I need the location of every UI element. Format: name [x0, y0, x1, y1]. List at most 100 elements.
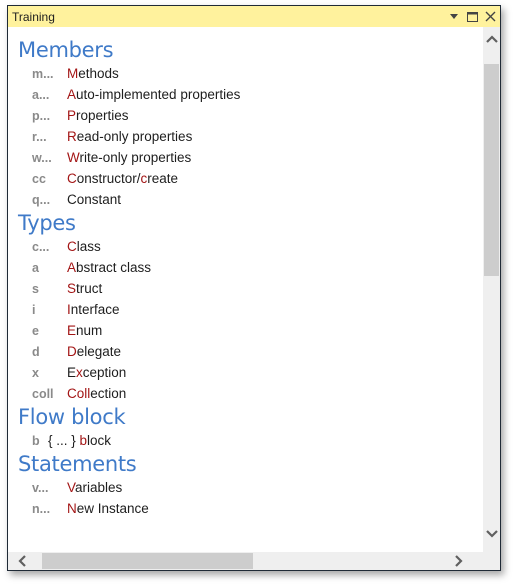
item-label: Methods: [67, 66, 119, 81]
list-item[interactable]: m... Methods: [8, 63, 483, 84]
chevron-down-icon[interactable]: [483, 530, 500, 546]
shortcut-abbreviation: v...: [32, 480, 49, 495]
shortcut-abbreviation: r...: [32, 129, 47, 144]
dropdown-icon[interactable]: [448, 11, 460, 23]
list-item[interactable]: i Interface: [8, 299, 483, 320]
label-text: truct: [76, 281, 103, 296]
item-label: Read-only properties: [67, 129, 192, 144]
list-item[interactable]: c... Class: [8, 236, 483, 257]
item-label: Collection: [67, 386, 126, 401]
label-text: lass: [76, 239, 101, 254]
section-heading: Types: [18, 211, 76, 235]
list-item[interactable]: cc Constructor/create: [8, 168, 483, 189]
window-title: Training: [12, 9, 55, 24]
list-item[interactable]: q... Constant: [8, 189, 483, 210]
label-text: uto-implemented properties: [76, 87, 241, 102]
shortcut-abbreviation: a...: [32, 87, 50, 102]
shortcut-abbreviation: w...: [32, 150, 52, 165]
section-types: Types c... Class a Abstract class s Struct i Int…: [8, 210, 483, 404]
section-statements: Statements v... Variables n... New Instance: [8, 451, 483, 519]
item-label: Constructor/create: [67, 171, 178, 186]
label-text: nterface: [70, 302, 120, 317]
label-text: ariables: [75, 480, 123, 495]
shortcut-abbreviation: m...: [32, 66, 54, 81]
close-icon[interactable]: [484, 11, 496, 23]
mnemonic-highlight: A: [67, 260, 77, 275]
list-item[interactable]: p... Properties: [8, 105, 483, 126]
shortcut-abbreviation: p...: [32, 108, 51, 123]
mnemonic-highlight: A: [67, 87, 77, 102]
list-item[interactable]: n... New Instance: [8, 498, 483, 519]
shortcut-abbreviation: a: [32, 260, 39, 275]
section-heading: Members: [18, 38, 114, 62]
list-item[interactable]: a Abstract class: [8, 257, 483, 278]
mnemonic-highlight: W: [67, 150, 80, 165]
list-item[interactable]: a... Auto-implemented properties: [8, 84, 483, 105]
label-text: E: [67, 365, 77, 380]
label-text: roperties: [76, 108, 129, 123]
list-item[interactable]: w... Write-only properties: [8, 147, 483, 168]
mnemonic-highlight: S: [67, 281, 77, 296]
mnemonic-highlight: C: [67, 239, 77, 254]
shortcut-abbreviation: d: [32, 344, 40, 359]
mnemonic-highlight: V: [67, 480, 76, 495]
item-label: Delegate: [67, 344, 121, 359]
item-label: Abstract class: [67, 260, 151, 275]
title-bar[interactable]: Training: [8, 6, 500, 27]
horizontal-scroll-thumb[interactable]: [42, 553, 253, 569]
item-label: Interface: [67, 302, 120, 317]
title-controls: [448, 6, 496, 27]
mnemonic-highlight: C: [67, 171, 77, 186]
section-heading: Statements: [18, 452, 137, 476]
shortcut-abbreviation: x: [32, 365, 39, 380]
item-label: Class: [67, 239, 101, 254]
section-heading: Flow block: [18, 405, 126, 429]
shortcut-abbreviation: q...: [32, 192, 51, 207]
item-label: Variables: [67, 480, 122, 495]
label-text: num: [76, 323, 103, 338]
vertical-scrollbar[interactable]: [483, 27, 500, 552]
shortcut-abbreviation: coll: [32, 386, 54, 401]
item-label: Constant: [67, 192, 121, 207]
mnemonic-highlight: Coll: [67, 386, 91, 401]
item-label: Exception: [67, 365, 126, 380]
list-item[interactable]: r... Read-only properties: [8, 126, 483, 147]
mnemonic-highlight: N: [67, 501, 77, 516]
shortcut-abbreviation: c...: [32, 239, 50, 254]
label-text: lock: [87, 433, 112, 448]
mnemonic-highlight: D: [67, 344, 77, 359]
chevron-left-icon[interactable]: [18, 553, 34, 569]
shortcut-abbreviation: e: [32, 323, 39, 338]
list-item[interactable]: e Enum: [8, 320, 483, 341]
item-label: Enum: [67, 323, 102, 338]
label-text: ethods: [78, 66, 119, 81]
section-members: Members m... Methods a... Auto-implemented p…: [8, 37, 483, 210]
item-label: Struct: [67, 281, 102, 296]
label-text: rite-only properties: [79, 150, 192, 165]
list-item[interactable]: coll Collection: [8, 383, 483, 404]
chevron-right-icon[interactable]: [455, 553, 471, 569]
mnemonic-highlight: b: [79, 433, 88, 448]
mnemonic-highlight: P: [67, 108, 77, 123]
vertical-scroll-thumb[interactable]: [484, 64, 499, 276]
label-text: ection: [90, 386, 127, 401]
label-text: bstract class: [76, 260, 152, 275]
chevron-up-icon[interactable]: [483, 35, 500, 51]
mnemonic-highlight: E: [67, 323, 77, 338]
label-text: { ... }: [48, 433, 80, 448]
maximize-icon[interactable]: [466, 11, 478, 23]
shortcut-abbreviation: cc: [32, 171, 46, 186]
list-item[interactable]: s Struct: [8, 278, 483, 299]
list-item[interactable]: x Exception: [8, 362, 483, 383]
shortcut-abbreviation: s: [32, 281, 39, 296]
shortcut-abbreviation: n...: [32, 501, 51, 516]
horizontal-scrollbar[interactable]: [8, 552, 483, 570]
label-text: reate: [147, 171, 179, 186]
list-item[interactable]: v... Variables: [8, 477, 483, 498]
item-label: Auto-implemented properties: [67, 87, 240, 102]
shortcut-abbreviation: i: [32, 302, 36, 317]
list-item[interactable]: d Delegate: [8, 341, 483, 362]
mnemonic-highlight: x: [76, 365, 83, 380]
list-item[interactable]: b{ ... } block: [8, 430, 483, 451]
label-text: onstructor/: [76, 171, 141, 186]
